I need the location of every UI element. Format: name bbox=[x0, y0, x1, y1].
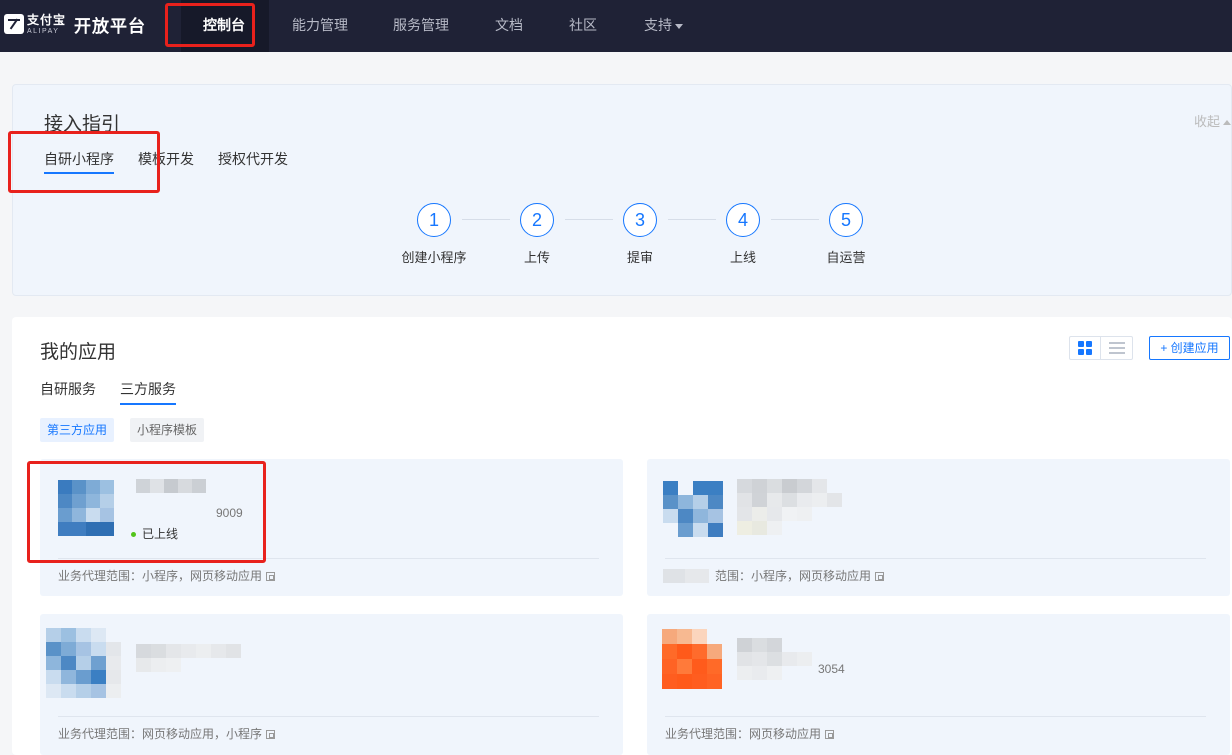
scope-prefix-pixelated bbox=[663, 569, 709, 583]
nav-item-capability[interactable]: 能力管理 bbox=[292, 15, 348, 35]
app-scope-label: 范围：小程序，网页移动应用 bbox=[715, 569, 872, 583]
filter-third-party-app[interactable]: 第三方应用 bbox=[40, 418, 115, 442]
app-scope-label: 业务代理范围：网页移动应用 bbox=[665, 727, 822, 741]
step-label: 上线 bbox=[729, 250, 756, 265]
app-icon-pixelated bbox=[662, 629, 722, 689]
collapse-label: 收起 bbox=[1193, 114, 1220, 129]
apps-tab-self-service[interactable]: 自研服务 bbox=[40, 379, 96, 399]
app-card[interactable]: 3054 业务代理范围：网页移动应用 bbox=[647, 614, 1230, 755]
status-online-dot bbox=[131, 532, 136, 538]
app-icon-pixelated bbox=[58, 480, 114, 536]
guide-title: 接入指引 bbox=[44, 114, 121, 135]
app-card[interactable]: 9009 已上线 业务代理范围：小程序，网页移动应用 bbox=[40, 459, 623, 596]
step-label: 自运营 bbox=[826, 250, 866, 265]
link-icon[interactable] bbox=[266, 572, 276, 581]
nav-item-community[interactable]: 社区 bbox=[569, 15, 597, 35]
guide-tab-self-dev[interactable]: 自研小程序 bbox=[44, 149, 114, 174]
guide-step: 1 创建小程序 bbox=[389, 203, 479, 266]
step-label: 提审 bbox=[626, 250, 653, 265]
grid-view-button[interactable] bbox=[1070, 337, 1102, 359]
step-label: 创建小程序 bbox=[401, 250, 467, 265]
logo-text-en: ALIPAY bbox=[27, 27, 60, 35]
link-icon[interactable] bbox=[825, 730, 835, 739]
app-id-suffix: 3054 bbox=[818, 662, 845, 676]
link-icon[interactable] bbox=[875, 572, 885, 581]
tile-divider bbox=[58, 558, 599, 559]
app-icon-pixelated bbox=[663, 481, 723, 537]
tile-divider bbox=[58, 716, 599, 717]
my-apps-panel: 我的应用 + 创建应用 自研服务 三方服务 第三方应用 小程序模板 9009 已… bbox=[12, 317, 1232, 755]
app-scope-label: 业务代理范围：小程序，网页移动应用 bbox=[58, 569, 263, 583]
app-status: 已上线 bbox=[131, 525, 178, 542]
step-label: 上传 bbox=[523, 250, 550, 265]
top-navigation-bar: 支付宝 ALIPAY 开放平台 控制台 能力管理 服务管理 文档 社区 支持 bbox=[0, 0, 1232, 52]
platform-title[interactable]: 开放平台 bbox=[74, 12, 146, 37]
step-number: 2 bbox=[520, 203, 554, 237]
view-toggle bbox=[1069, 336, 1133, 360]
app-icon-pixelated bbox=[46, 628, 121, 698]
chevron-down-icon bbox=[675, 23, 683, 29]
step-number: 4 bbox=[726, 203, 760, 237]
guide-step: 3 提审 bbox=[595, 203, 685, 266]
app-name-pixelated bbox=[737, 479, 857, 535]
collapse-toggle[interactable]: 收起 bbox=[1194, 111, 1231, 130]
grid-view-icon bbox=[1078, 341, 1092, 355]
chevron-up-icon bbox=[1223, 120, 1231, 126]
nav-item-support-label: 支持 bbox=[644, 17, 672, 33]
guide-tab-template[interactable]: 模板开发 bbox=[138, 149, 194, 169]
app-scope-label: 业务代理范围：网页移动应用，小程序 bbox=[58, 727, 263, 741]
guide-step: 2 上传 bbox=[492, 203, 582, 266]
filter-mini-program-template[interactable]: 小程序模板 bbox=[130, 418, 205, 442]
app-id-suffix: 9009 bbox=[216, 506, 243, 520]
app-name-pixelated bbox=[737, 638, 827, 680]
step-number: 3 bbox=[623, 203, 657, 237]
app-scope: 业务代理范围：网页移动应用 bbox=[665, 725, 835, 742]
guide-tab-authorized[interactable]: 授权代开发 bbox=[218, 149, 288, 169]
alipay-logo[interactable]: 支付宝 ALIPAY bbox=[4, 10, 66, 38]
nav-item-support[interactable]: 支持 bbox=[644, 15, 683, 35]
nav-item-docs[interactable]: 文档 bbox=[495, 15, 523, 35]
my-apps-title: 我的应用 bbox=[40, 342, 117, 363]
guide-step: 5 自运营 bbox=[801, 203, 891, 266]
link-icon[interactable] bbox=[266, 730, 276, 739]
guide-step: 4 上线 bbox=[698, 203, 788, 266]
step-number: 1 bbox=[417, 203, 451, 237]
tile-divider bbox=[665, 716, 1206, 717]
tile-divider bbox=[665, 558, 1206, 559]
app-card[interactable]: 业务代理范围：网页移动应用，小程序 bbox=[40, 614, 623, 755]
app-card[interactable]: 范围：小程序，网页移动应用 bbox=[647, 459, 1230, 596]
list-view-button[interactable] bbox=[1101, 337, 1132, 359]
nav-item-console[interactable]: 控制台 bbox=[203, 15, 245, 35]
app-scope: 范围：小程序，网页移动应用 bbox=[715, 567, 885, 584]
apps-tab-third-party[interactable]: 三方服务 bbox=[120, 379, 176, 405]
app-name-pixelated bbox=[136, 479, 206, 493]
app-status-label: 已上线 bbox=[142, 527, 179, 541]
list-view-icon bbox=[1108, 342, 1125, 354]
step-number: 5 bbox=[829, 203, 863, 237]
app-name-pixelated bbox=[136, 644, 241, 672]
create-app-button[interactable]: + 创建应用 bbox=[1149, 336, 1230, 360]
access-guide-panel: 接入指引 收起 自研小程序 模板开发 授权代开发 1 创建小程序 2 上传 3 … bbox=[12, 84, 1232, 296]
app-scope: 业务代理范围：网页移动应用，小程序 bbox=[58, 725, 276, 742]
nav-item-service[interactable]: 服务管理 bbox=[393, 15, 449, 35]
alipay-logo-icon bbox=[4, 14, 24, 34]
app-scope: 业务代理范围：小程序，网页移动应用 bbox=[58, 567, 276, 584]
logo-text-cn: 支付宝 bbox=[27, 12, 67, 27]
